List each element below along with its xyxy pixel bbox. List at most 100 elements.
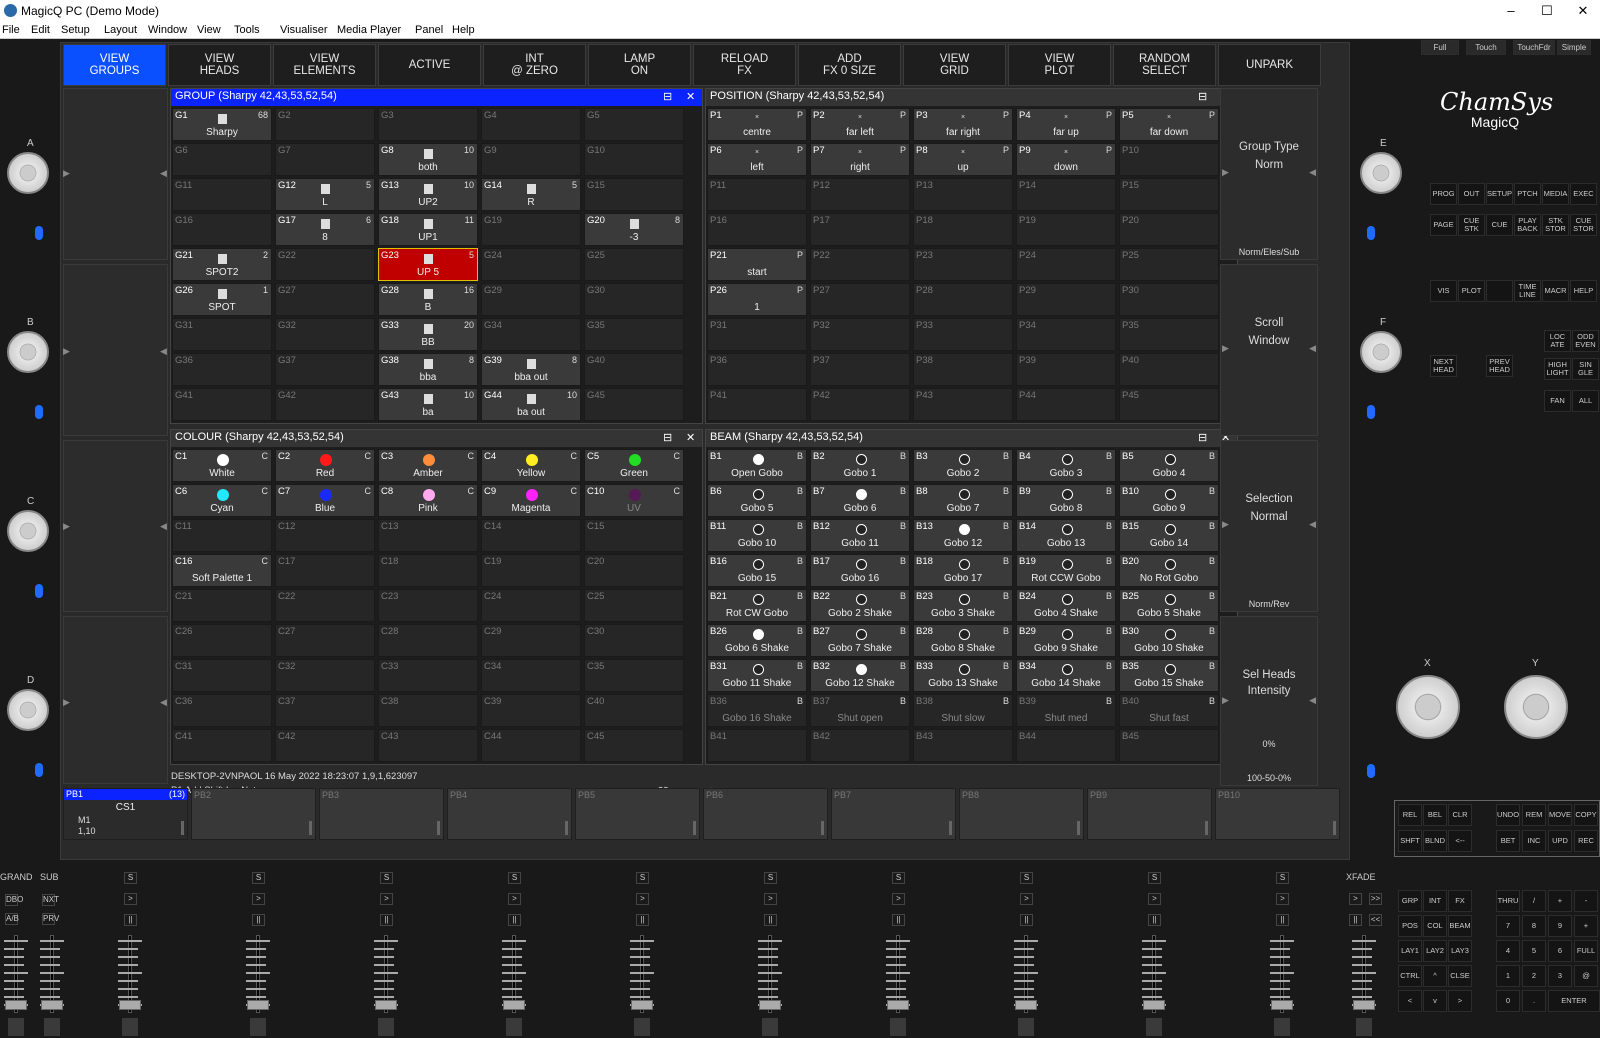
beam-cell[interactable]: B26 B Gobo 6 Shake [707,624,807,657]
key-cue-stor[interactable]: CUE STOR [1570,214,1597,236]
group-cell[interactable]: G19 [481,213,581,246]
position-cell[interactable]: P33 [913,318,1013,351]
position-cell[interactable]: P35 [1119,318,1219,351]
xfade-fast-back-button[interactable]: << [1369,914,1382,926]
beam-cell[interactable]: B40 B Shut fast [1119,694,1219,727]
toolbar-button-8[interactable]: VIEW GRID [903,44,1006,86]
toolbar-button-0[interactable]: VIEW GROUPS [63,44,166,86]
beam-cell[interactable]: B38 B Shut slow [913,694,1013,727]
key-full[interactable]: FULL [1574,940,1598,962]
fader-cap[interactable] [1143,1000,1165,1010]
key-rem[interactable]: REM [1522,804,1546,826]
beam-cell[interactable]: B17 B Gobo 16 [810,554,910,587]
key-8[interactable]: 8 [1522,915,1546,937]
position-cell[interactable]: P18 [913,213,1013,246]
colour-cell[interactable]: C43 [378,729,478,762]
beam-cell[interactable]: B34 B Gobo 14 Shake [1016,659,1116,692]
position-cell[interactable]: P23 [913,248,1013,281]
colour-cell[interactable]: C26 [172,624,272,657]
group-cell[interactable]: G35 [584,318,684,351]
position-cell[interactable]: P42 [810,388,910,421]
pause-button[interactable]: || [764,914,777,926]
playback-9[interactable]: PB9 [1087,788,1212,840]
position-cell[interactable]: P10 [1119,143,1219,176]
mode-button-full[interactable]: Full [1421,40,1459,55]
key-7[interactable]: 7 [1496,915,1520,937]
key-grp[interactable]: GRP [1398,890,1422,912]
key-blank[interactable] [1486,280,1513,302]
key-0[interactable]: 0 [1496,990,1520,1012]
position-cell[interactable]: P32 [810,318,910,351]
colour-cell[interactable]: C11 [172,519,272,552]
next-button[interactable]: NXT [42,894,59,906]
encoder-b[interactable] [7,331,49,373]
group-cell[interactable]: G1 68 Sharpy [172,108,272,141]
key--[interactable]: ^ [1423,965,1447,987]
key-single[interactable]: SIN GLE [1572,358,1599,380]
fader-cap[interactable] [503,1000,525,1010]
position-cell[interactable]: P4 P × far up [1016,108,1116,141]
position-cell[interactable]: P24 [1016,248,1116,281]
beam-cell[interactable]: B3 B Gobo 2 [913,449,1013,482]
colour-cell[interactable]: C28 [378,624,478,657]
colour-cell[interactable]: C20 [584,554,684,587]
playback-1[interactable]: PB1 (13) CS1 M1 1,10 [63,788,188,840]
key-1[interactable]: 1 [1496,965,1520,987]
key-4[interactable]: 4 [1496,940,1520,962]
key-plot[interactable]: PLOT [1458,280,1485,302]
menu-item-file[interactable]: File [2,24,20,36]
beam-cell[interactable]: B22 B Gobo 2 Shake [810,589,910,622]
key-2[interactable]: 2 [1522,965,1546,987]
playback-3[interactable]: PB3 [319,788,444,840]
key-clse[interactable]: CLSE [1448,965,1472,987]
toolbar-button-2[interactable]: VIEW ELEMENTS [273,44,376,86]
beam-cell[interactable]: B12 B Gobo 11 [810,519,910,552]
select-button[interactable]: S [1020,872,1033,884]
key-play-back[interactable]: PLAY BACK [1514,214,1541,236]
key--[interactable]: - [1574,890,1598,912]
beam-cell[interactable]: B37 B Shut open [810,694,910,727]
key-fan[interactable]: FAN [1544,390,1571,412]
key-locate[interactable]: LOC ATE [1544,330,1571,352]
group-cell[interactable]: G26 1 SPOT [172,283,272,316]
maximize-icon[interactable]: ⊟ [1198,431,1207,444]
group-cell[interactable]: G37 [275,353,375,386]
position-cell[interactable]: P30 [1119,283,1219,316]
group-cell[interactable]: G43 10 ba [378,388,478,421]
colour-cell[interactable]: C38 [378,694,478,727]
key-lay1[interactable]: LAY1 [1398,940,1422,962]
beam-cell[interactable]: B8 B Gobo 7 [913,484,1013,517]
position-cell[interactable]: P37 [810,353,910,386]
group-cell[interactable]: G41 [172,388,272,421]
position-cell[interactable]: P45 [1119,388,1219,421]
group-cell[interactable]: G29 [481,283,581,316]
position-cell[interactable]: P13 [913,178,1013,211]
select-button[interactable]: S [508,872,521,884]
key-macr[interactable]: MACR [1542,280,1569,302]
group-cell[interactable]: G36 [172,353,272,386]
position-cell[interactable]: P20 [1119,213,1219,246]
group-cell[interactable]: G25 [584,248,684,281]
select-button[interactable]: S [1148,872,1161,884]
go-button[interactable]: > [252,893,265,905]
colour-cell[interactable]: C27 [275,624,375,657]
fader-cap[interactable] [41,1000,63,1010]
playback-2[interactable]: PB2 [191,788,316,840]
mode-button-simple[interactable]: Simple [1557,40,1591,55]
group-cell[interactable]: G39 8 bba out [481,353,581,386]
toolbar-button-11[interactable]: UNPARK [1218,44,1321,86]
pause-button[interactable]: || [124,914,137,926]
group-cell[interactable]: G32 [275,318,375,351]
position-cell[interactable]: P21 Pstart [707,248,807,281]
colour-cell[interactable]: C32 [275,659,375,692]
group-cell[interactable]: G13 10 UP2 [378,178,478,211]
colour-cell[interactable]: C41 [172,729,272,762]
beam-cell[interactable]: B28 B Gobo 8 Shake [913,624,1013,657]
encoder-a[interactable] [7,152,49,194]
group-cell[interactable]: G22 [275,248,375,281]
key--[interactable]: <-- [1448,830,1472,852]
key-6[interactable]: 6 [1548,940,1572,962]
beam-cell[interactable]: B2 B Gobo 1 [810,449,910,482]
go-button[interactable]: > [1276,893,1289,905]
key-media[interactable]: MEDIA [1542,183,1569,205]
